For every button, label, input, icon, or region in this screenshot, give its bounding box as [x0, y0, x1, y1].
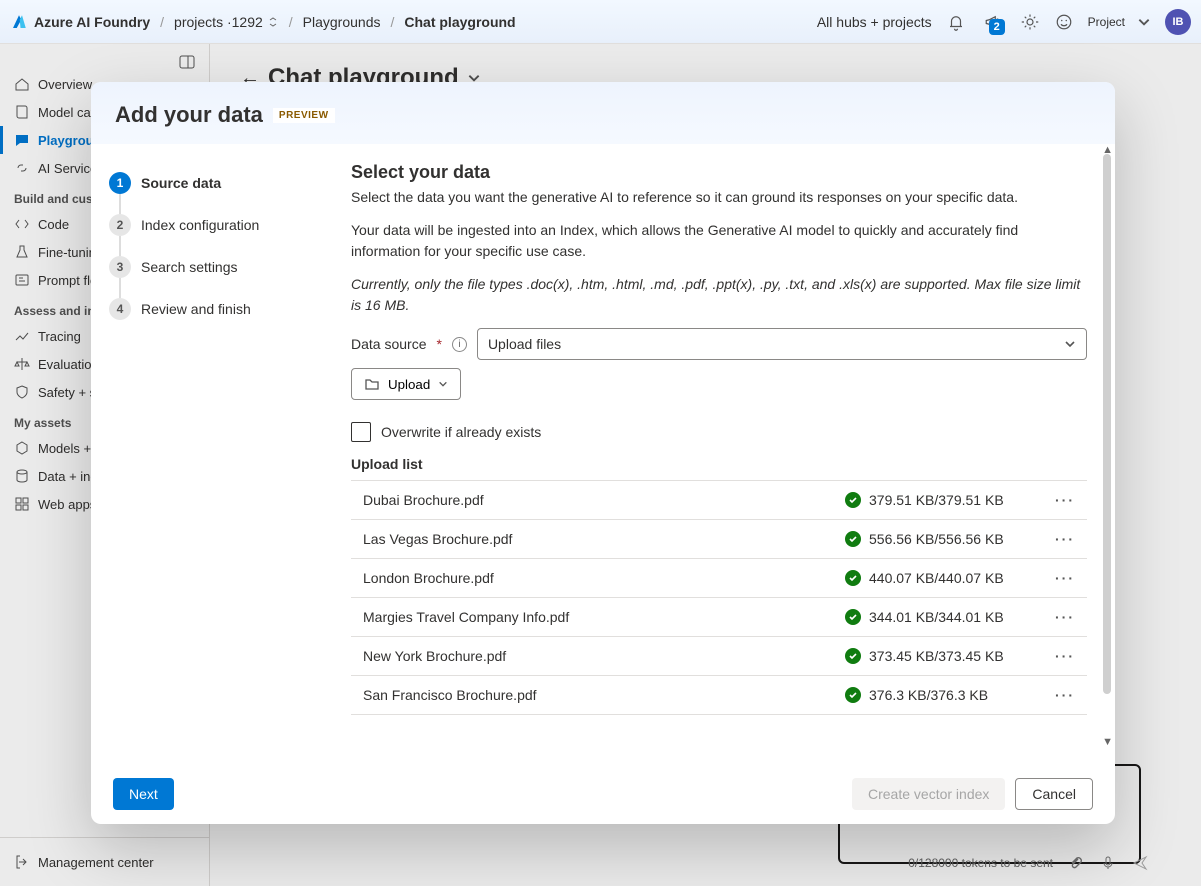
check-circle-icon: [845, 609, 861, 625]
chevron-down-icon: [1137, 15, 1151, 29]
data-source-row: Data source * i Upload files: [351, 328, 1087, 360]
check-circle-icon: [845, 687, 861, 703]
breadcrumb-sep: /: [160, 14, 164, 30]
file-status: 376.3 KB/376.3 KB: [845, 687, 1045, 703]
megaphone-icon[interactable]: 2: [980, 12, 1006, 32]
file-name: New York Brochure.pdf: [353, 648, 845, 664]
brand[interactable]: Azure AI Foundry: [10, 13, 150, 31]
modal-pane: ▲ ▼ Select your data Select the data you…: [337, 144, 1115, 764]
upload-button[interactable]: Upload: [351, 368, 461, 400]
next-button[interactable]: Next: [113, 778, 174, 810]
add-data-modal: Add your data PREVIEW 1 Source data 2 In…: [91, 82, 1115, 824]
modal-footer: Next Create vector index Cancel: [91, 764, 1115, 824]
gear-icon[interactable]: [1020, 12, 1040, 32]
file-row: New York Brochure.pdf 373.45 KB/373.45 KB…: [351, 637, 1087, 676]
upload-list-title: Upload list: [351, 456, 1087, 472]
modal-header: Add your data PREVIEW: [91, 82, 1115, 144]
check-circle-icon: [845, 492, 861, 508]
chevron-expand-icon: [267, 16, 279, 28]
pane-para2: Your data will be ingested into an Index…: [351, 220, 1087, 262]
file-size: 556.56 KB/556.56 KB: [869, 531, 1004, 547]
chevron-down-icon: [438, 379, 448, 389]
project-picker[interactable]: Project: [1088, 15, 1151, 29]
check-circle-icon: [845, 570, 861, 586]
file-status: 440.07 KB/440.07 KB: [845, 570, 1045, 586]
pane-intro: Select the data you want the generative …: [351, 187, 1087, 208]
file-name: Margies Travel Company Info.pdf: [353, 609, 845, 625]
azure-logo-icon: [10, 13, 28, 31]
upload-list: Dubai Brochure.pdf 379.51 KB/379.51 KB ···…: [351, 480, 1087, 715]
smiley-icon[interactable]: [1054, 12, 1074, 32]
file-row: Las Vegas Brochure.pdf 556.56 KB/556.56 K…: [351, 520, 1087, 559]
breadcrumb-chat[interactable]: Chat playground: [404, 14, 515, 30]
cancel-button[interactable]: Cancel: [1015, 778, 1093, 810]
file-size: 373.45 KB/373.45 KB: [869, 648, 1004, 664]
step-search-settings[interactable]: 3 Search settings: [109, 246, 327, 288]
step-review-finish[interactable]: 4 Review and finish: [109, 288, 327, 330]
file-size: 440.07 KB/440.07 KB: [869, 570, 1004, 586]
scrollbar-thumb[interactable]: [1103, 154, 1111, 694]
more-actions-icon[interactable]: ···: [1045, 492, 1085, 508]
file-status: 344.01 KB/344.01 KB: [845, 609, 1045, 625]
file-status: 373.45 KB/373.45 KB: [845, 648, 1045, 664]
hubs-projects-link[interactable]: All hubs + projects: [817, 14, 932, 30]
file-status: 379.51 KB/379.51 KB: [845, 492, 1045, 508]
project-label: Project: [1088, 15, 1125, 29]
file-size: 379.51 KB/379.51 KB: [869, 492, 1004, 508]
file-name: San Francisco Brochure.pdf: [353, 687, 845, 703]
data-source-label: Data source: [351, 336, 426, 352]
required-asterisk: *: [436, 336, 441, 352]
breadcrumb-project[interactable]: projects ·1292: [174, 14, 279, 30]
file-size: 344.01 KB/344.01 KB: [869, 609, 1004, 625]
data-source-select[interactable]: Upload files: [477, 328, 1087, 360]
bell-icon[interactable]: [946, 12, 966, 32]
file-row: London Brochure.pdf 440.07 KB/440.07 KB ··…: [351, 559, 1087, 598]
step-index-config[interactable]: 2 Index configuration: [109, 204, 327, 246]
breadcrumb-playgrounds[interactable]: Playgrounds: [303, 14, 381, 30]
file-status: 556.56 KB/556.56 KB: [845, 531, 1045, 547]
pane-heading: Select your data: [351, 162, 1087, 183]
file-name: Dubai Brochure.pdf: [353, 492, 845, 508]
breadcrumb-sep: /: [289, 14, 293, 30]
data-source-value: Upload files: [488, 336, 561, 352]
brand-text: Azure AI Foundry: [34, 14, 150, 30]
top-bar: Azure AI Foundry / projects ·1292 / Play…: [0, 0, 1201, 44]
file-name: London Brochure.pdf: [353, 570, 845, 586]
checkbox-box: [351, 422, 371, 442]
preview-badge: PREVIEW: [273, 108, 335, 123]
more-actions-icon[interactable]: ···: [1045, 648, 1085, 664]
more-actions-icon[interactable]: ···: [1045, 531, 1085, 547]
scrollbar[interactable]: [1103, 154, 1113, 714]
overwrite-checkbox[interactable]: Overwrite if already exists: [351, 422, 1087, 442]
scroll-down-arrow-icon[interactable]: ▼: [1102, 736, 1113, 748]
avatar[interactable]: IB: [1165, 9, 1191, 35]
check-circle-icon: [845, 648, 861, 664]
more-actions-icon[interactable]: ···: [1045, 687, 1085, 703]
file-size: 376.3 KB/376.3 KB: [869, 687, 988, 703]
check-circle-icon: [845, 531, 861, 547]
file-row: San Francisco Brochure.pdf 376.3 KB/376.3…: [351, 676, 1087, 715]
folder-icon: [364, 376, 380, 392]
info-icon[interactable]: i: [452, 337, 467, 352]
more-actions-icon[interactable]: ···: [1045, 570, 1085, 586]
topbar-right: All hubs + projects 2 Project IB: [817, 9, 1191, 35]
chevron-down-icon: [1064, 338, 1076, 350]
file-row: Dubai Brochure.pdf 379.51 KB/379.51 KB ···: [351, 480, 1087, 520]
more-actions-icon[interactable]: ···: [1045, 609, 1085, 625]
pane-note: Currently, only the file types .doc(x), …: [351, 274, 1087, 316]
modal-title: Add your data: [115, 102, 263, 128]
notification-badge: 2: [989, 19, 1005, 35]
breadcrumb-sep: /: [390, 14, 394, 30]
file-row: Margies Travel Company Info.pdf 344.01 KB…: [351, 598, 1087, 637]
step-source-data[interactable]: 1 Source data: [109, 162, 327, 204]
create-vector-index-button: Create vector index: [852, 778, 1005, 810]
file-name: Las Vegas Brochure.pdf: [353, 531, 845, 547]
wizard-stepper: 1 Source data 2 Index configuration 3 Se…: [91, 144, 337, 764]
overwrite-label: Overwrite if already exists: [381, 424, 541, 440]
